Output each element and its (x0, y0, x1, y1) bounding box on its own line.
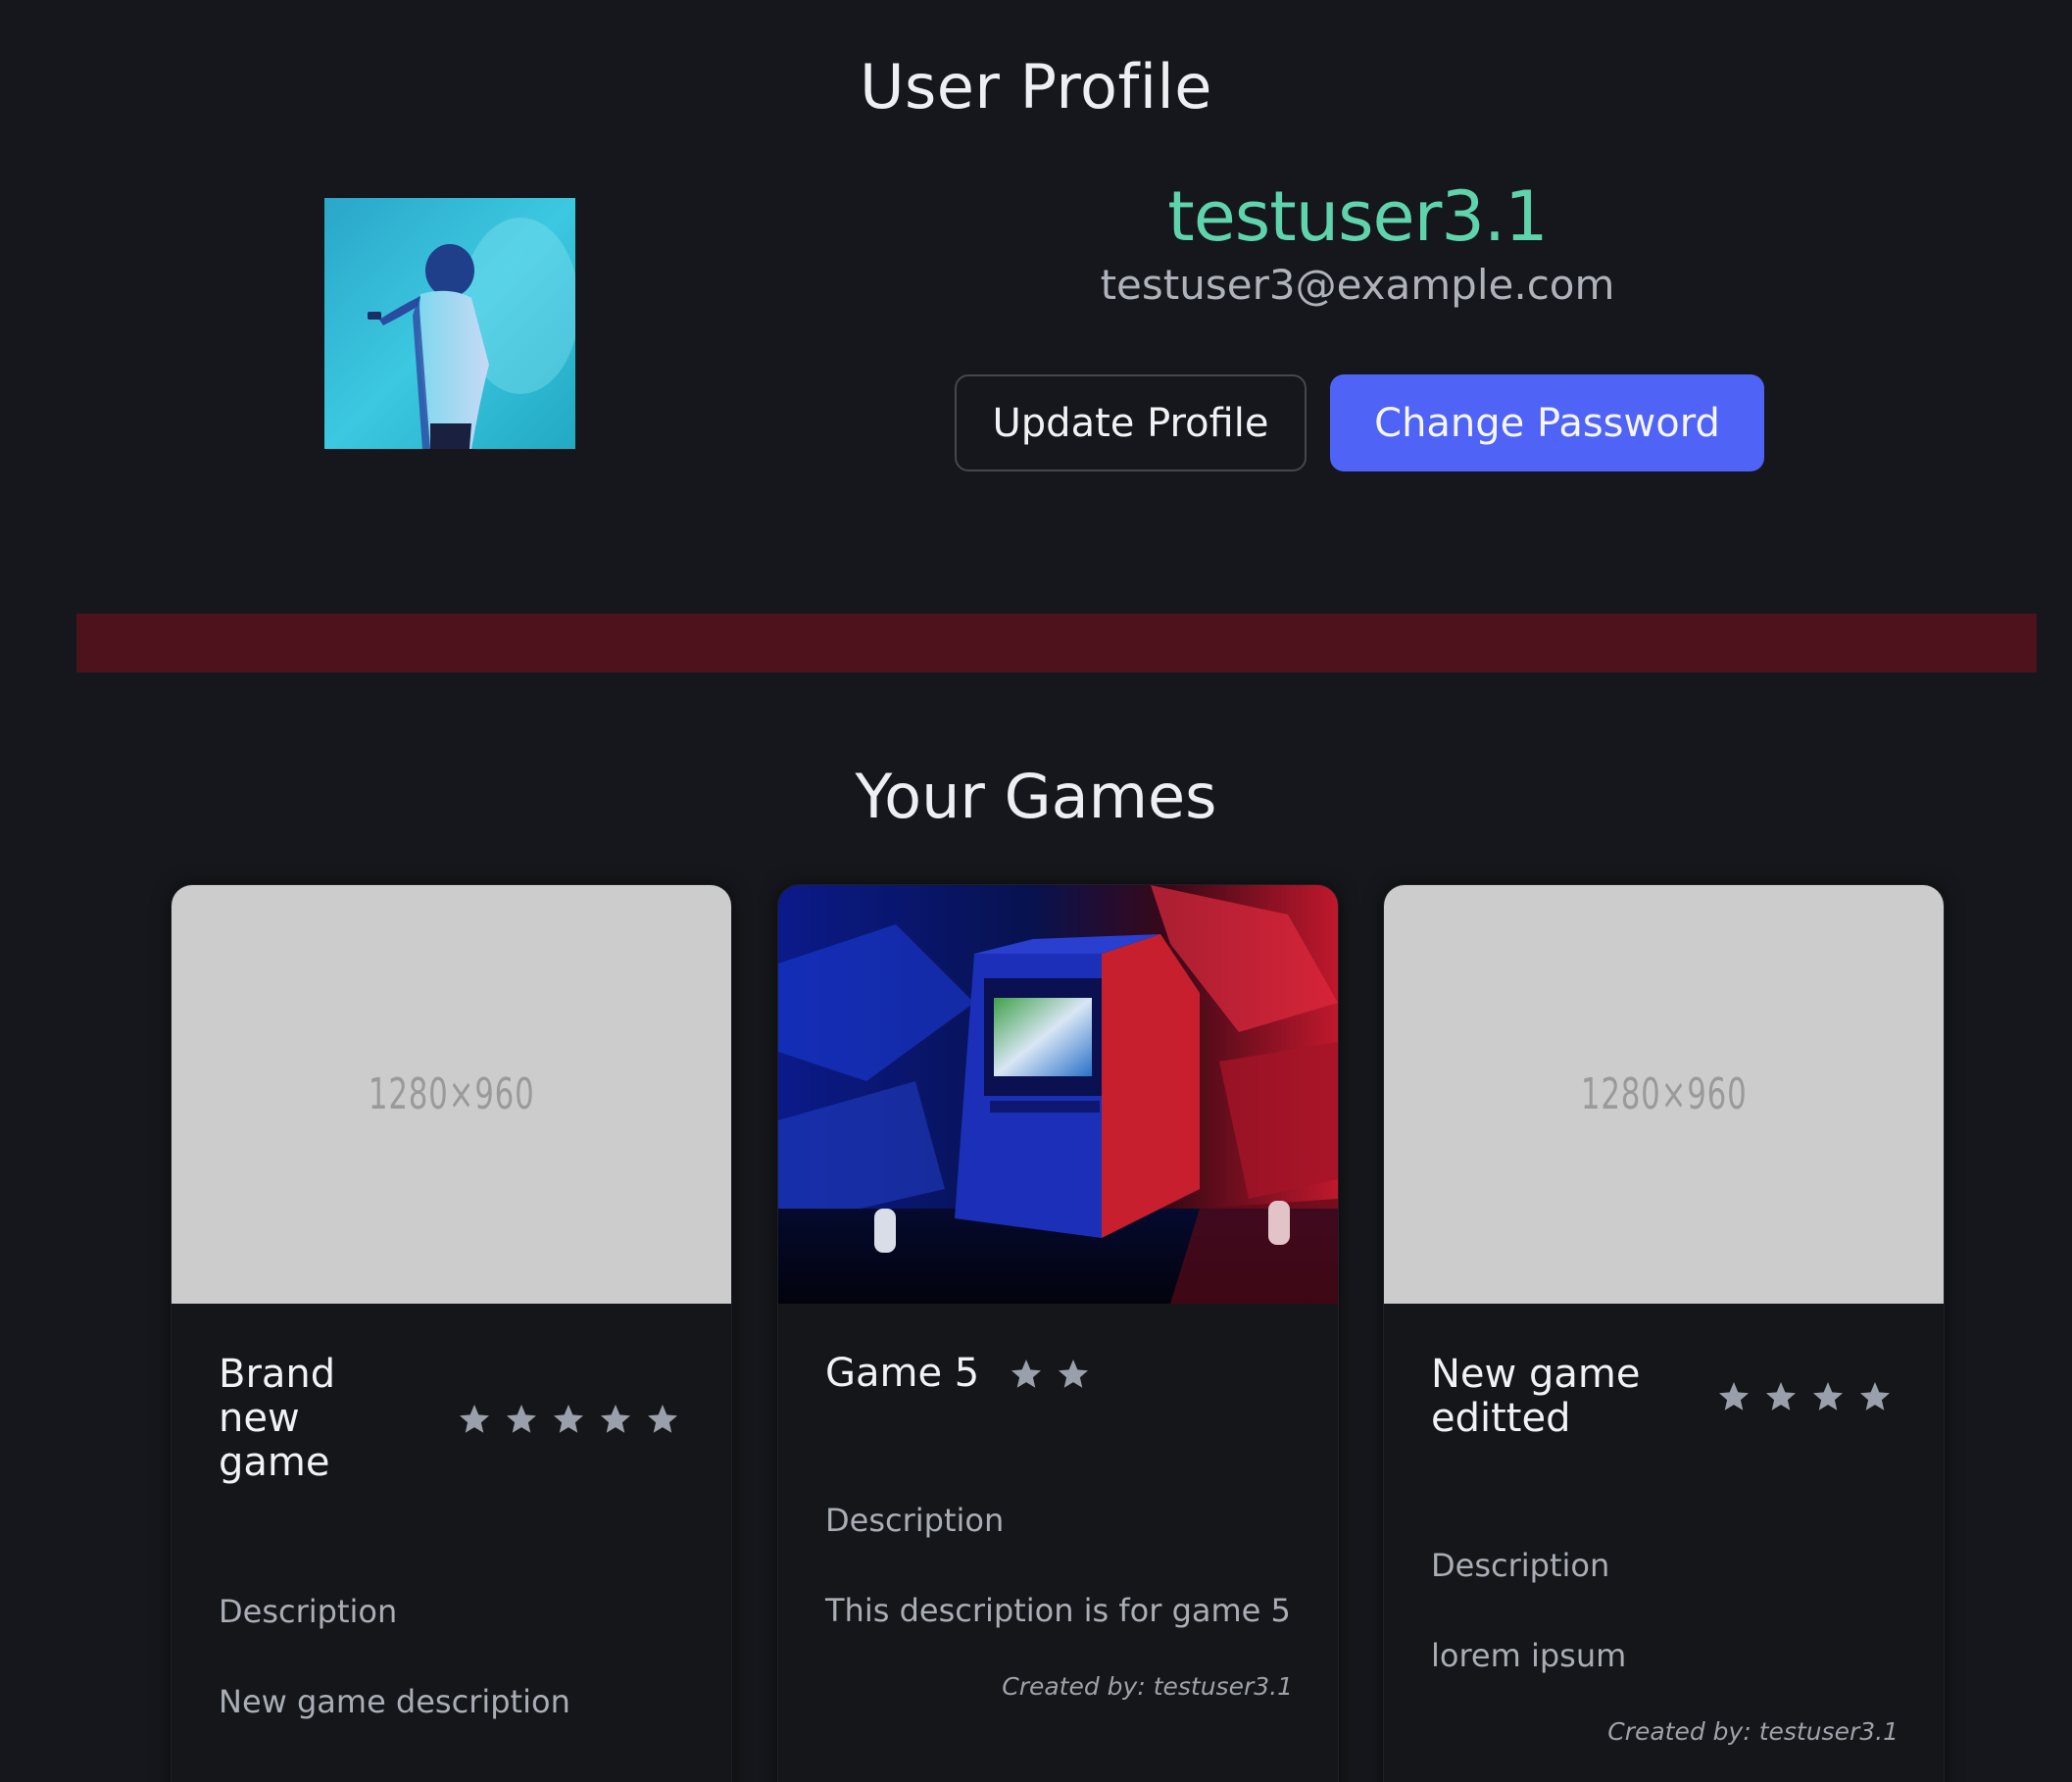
game-title: Brand new game (219, 1352, 336, 1485)
created-by: Created by: testuser3.1 (1607, 1717, 1899, 1746)
game-title: New game editted (1431, 1352, 1641, 1441)
star-icon (1059, 1359, 1089, 1388)
section-title: Your Games (855, 761, 1217, 832)
change-password-button[interactable]: Change Password (1330, 374, 1764, 471)
game-card-header: Game 5 (825, 1352, 1291, 1396)
description-label: Description (219, 1593, 398, 1630)
description-label: Description (1431, 1547, 1610, 1584)
update-profile-button[interactable]: Update Profile (955, 374, 1307, 471)
rating-stars (1716, 1379, 1893, 1414)
star-icon (648, 1404, 677, 1433)
alert-bar (76, 614, 2037, 672)
star-icon (1011, 1359, 1042, 1388)
rating-stars (457, 1402, 680, 1437)
description-text: lorem ipsum (1431, 1637, 1627, 1674)
game-title: Game 5 (825, 1351, 980, 1396)
game-image-placeholder: 1280×960 (172, 885, 731, 1304)
placeholder-label: 1280×960 (1580, 1069, 1748, 1119)
game-card[interactable]: Game 5 Description This description is f… (777, 884, 1339, 1782)
description-text: This description is for game 5 (825, 1592, 1291, 1629)
star-icon (1813, 1382, 1843, 1411)
star-icon (1766, 1382, 1796, 1411)
avatar (324, 198, 575, 449)
game-card-body: New game editted Description lorem ipsum… (1384, 1353, 1944, 1747)
game-card[interactable]: 1280×960 Brand new game Description New … (171, 884, 732, 1782)
rating-stars (1009, 1357, 1091, 1392)
email: testuser3@example.com (1100, 261, 1615, 309)
star-icon (1860, 1382, 1890, 1411)
created-by: Created by: testuser3.1 (1002, 1672, 1293, 1701)
game-card-header: Brand new game (219, 1353, 684, 1485)
star-icon (601, 1404, 630, 1433)
arcade-photo (778, 885, 1338, 1304)
placeholder-label: 1280×960 (368, 1069, 535, 1119)
star-icon (460, 1404, 489, 1433)
game-card-body: Game 5 Description This description is f… (778, 1352, 1338, 1702)
game-card[interactable]: 1280×960 New game editted Description lo… (1383, 884, 1945, 1782)
star-icon (554, 1404, 583, 1433)
description-label: Description (825, 1502, 1005, 1539)
page-title: User Profile (860, 51, 1212, 123)
description-text: New game description (219, 1683, 570, 1720)
game-image-placeholder: 1280×960 (1384, 885, 1944, 1304)
avatar-image (324, 198, 575, 449)
profile-page: User Profile testuser3.1 testuser3@examp… (0, 0, 2072, 1782)
star-icon (1719, 1382, 1749, 1411)
username: testuser3.1 (1167, 176, 1548, 257)
star-icon (507, 1404, 536, 1433)
game-image (778, 885, 1338, 1304)
user-info: testuser3.1 testuser3@example.com (916, 176, 1799, 309)
game-card-header: New game editted (1431, 1353, 1897, 1441)
game-card-body: Brand new game Description New game desc… (172, 1353, 731, 1720)
